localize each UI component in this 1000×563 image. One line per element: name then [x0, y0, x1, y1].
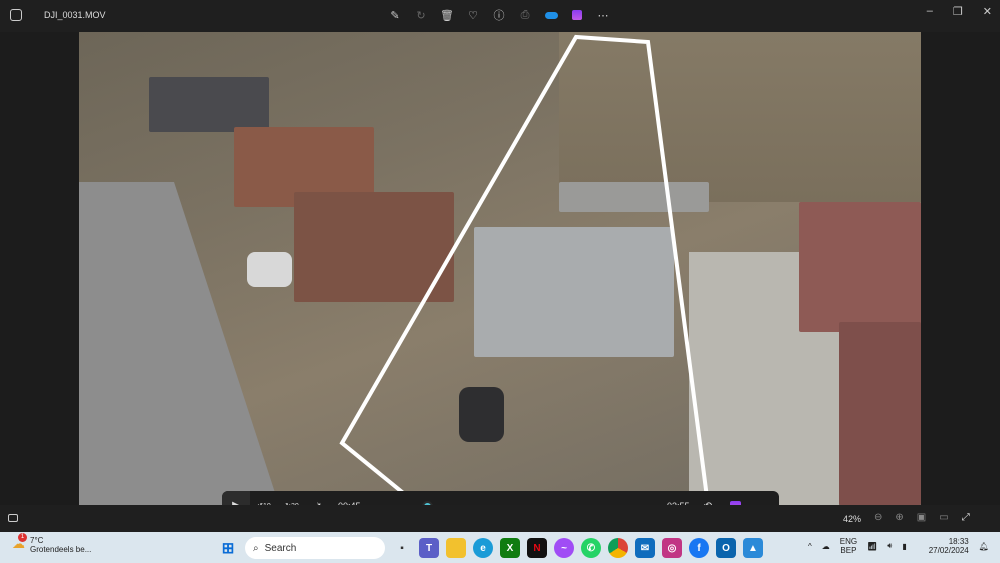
onedrive-tray-icon[interactable]: ☁: [822, 542, 830, 551]
status-bar: 42% ⊖ ⊕ ▣ ▭ ⤢: [0, 505, 1000, 532]
clock-date[interactable]: 27/02/2024: [929, 546, 969, 555]
actual-size-icon[interactable]: ▭: [939, 512, 948, 523]
filmstrip-icon[interactable]: [8, 514, 18, 522]
weather-temp: 7°C: [30, 536, 44, 545]
property-outline: [339, 34, 710, 505]
clipchamp-icon[interactable]: [570, 8, 584, 22]
fit-icon[interactable]: ▣: [917, 512, 926, 523]
chrome-icon[interactable]: [608, 538, 628, 558]
weather-widget[interactable]: ☁ 1 7°C Grotendeels be...: [12, 533, 92, 554]
xbox-icon[interactable]: X: [500, 538, 520, 558]
maximize-button[interactable]: ❐: [953, 5, 963, 18]
taskbar: ☁ 1 7°C Grotendeels be... ⊞ ⌕ Search ▪ T e …: [0, 532, 1000, 563]
file-explorer-icon[interactable]: [446, 538, 466, 558]
instagram-icon[interactable]: ◎: [662, 538, 682, 558]
edit-icon[interactable]: ✎: [388, 8, 402, 22]
zoom-out-icon[interactable]: ⊖: [874, 512, 882, 523]
fullscreen-icon[interactable]: ⤢: [962, 512, 970, 523]
file-title: DJI_0031.MOV: [44, 10, 106, 20]
volume-icon[interactable]: 🔊︎: [887, 541, 892, 551]
zoom-in-icon[interactable]: ⊕: [895, 512, 903, 523]
teams-icon[interactable]: T: [419, 538, 439, 558]
messenger-icon[interactable]: ~: [554, 538, 574, 558]
netflix-icon[interactable]: N: [527, 538, 547, 558]
media-viewer: ▶ ↺10 ↻30 🔇︎ 00:45 03:55 ⟲ ⋯: [0, 32, 1000, 521]
show-hidden-icons[interactable]: ^: [808, 542, 812, 551]
photos-app-icon: [10, 9, 22, 21]
rotate-icon[interactable]: ↻: [414, 8, 428, 22]
weather-desc: Grotendeels be...: [30, 545, 92, 554]
language-indicator[interactable]: ENG: [840, 537, 857, 546]
photos-icon[interactable]: ▲: [743, 538, 763, 558]
facebook-icon[interactable]: f: [689, 538, 709, 558]
print-icon[interactable]: ⎙: [518, 8, 532, 22]
clock-time[interactable]: 18:33: [929, 537, 969, 546]
outlook-icon[interactable]: O: [716, 538, 736, 558]
zoom-level: 42%: [843, 514, 862, 524]
notifications-icon[interactable]: 🔔︎: [979, 542, 989, 551]
info-icon[interactable]: ⓘ: [492, 8, 506, 22]
close-button[interactable]: ✕: [983, 5, 992, 18]
battery-icon[interactable]: ▮: [902, 542, 906, 551]
weather-icon: ☁ 1: [12, 533, 27, 551]
edge-icon[interactable]: e: [473, 538, 493, 558]
delete-icon[interactable]: 🗑: [440, 8, 454, 22]
onedrive-icon[interactable]: [544, 8, 558, 22]
more-icon[interactable]: ⋯: [596, 8, 610, 22]
mail-icon[interactable]: ✉: [635, 538, 655, 558]
wifi-icon[interactable]: 📶︎: [867, 542, 877, 551]
search-icon: ⌕: [253, 542, 259, 554]
task-view-icon[interactable]: ▪: [392, 538, 412, 558]
minimize-button[interactable]: –: [927, 5, 933, 18]
favorite-icon[interactable]: ♡: [466, 8, 480, 22]
title-bar: DJI_0031.MOV ✎ ↻ 🗑 ♡ ⓘ ⎙ ⋯ – ❐ ✕: [0, 0, 1000, 32]
whatsapp-icon[interactable]: ✆: [581, 538, 601, 558]
start-button[interactable]: ⊞: [218, 538, 238, 558]
search-box[interactable]: ⌕ Search: [245, 537, 385, 559]
